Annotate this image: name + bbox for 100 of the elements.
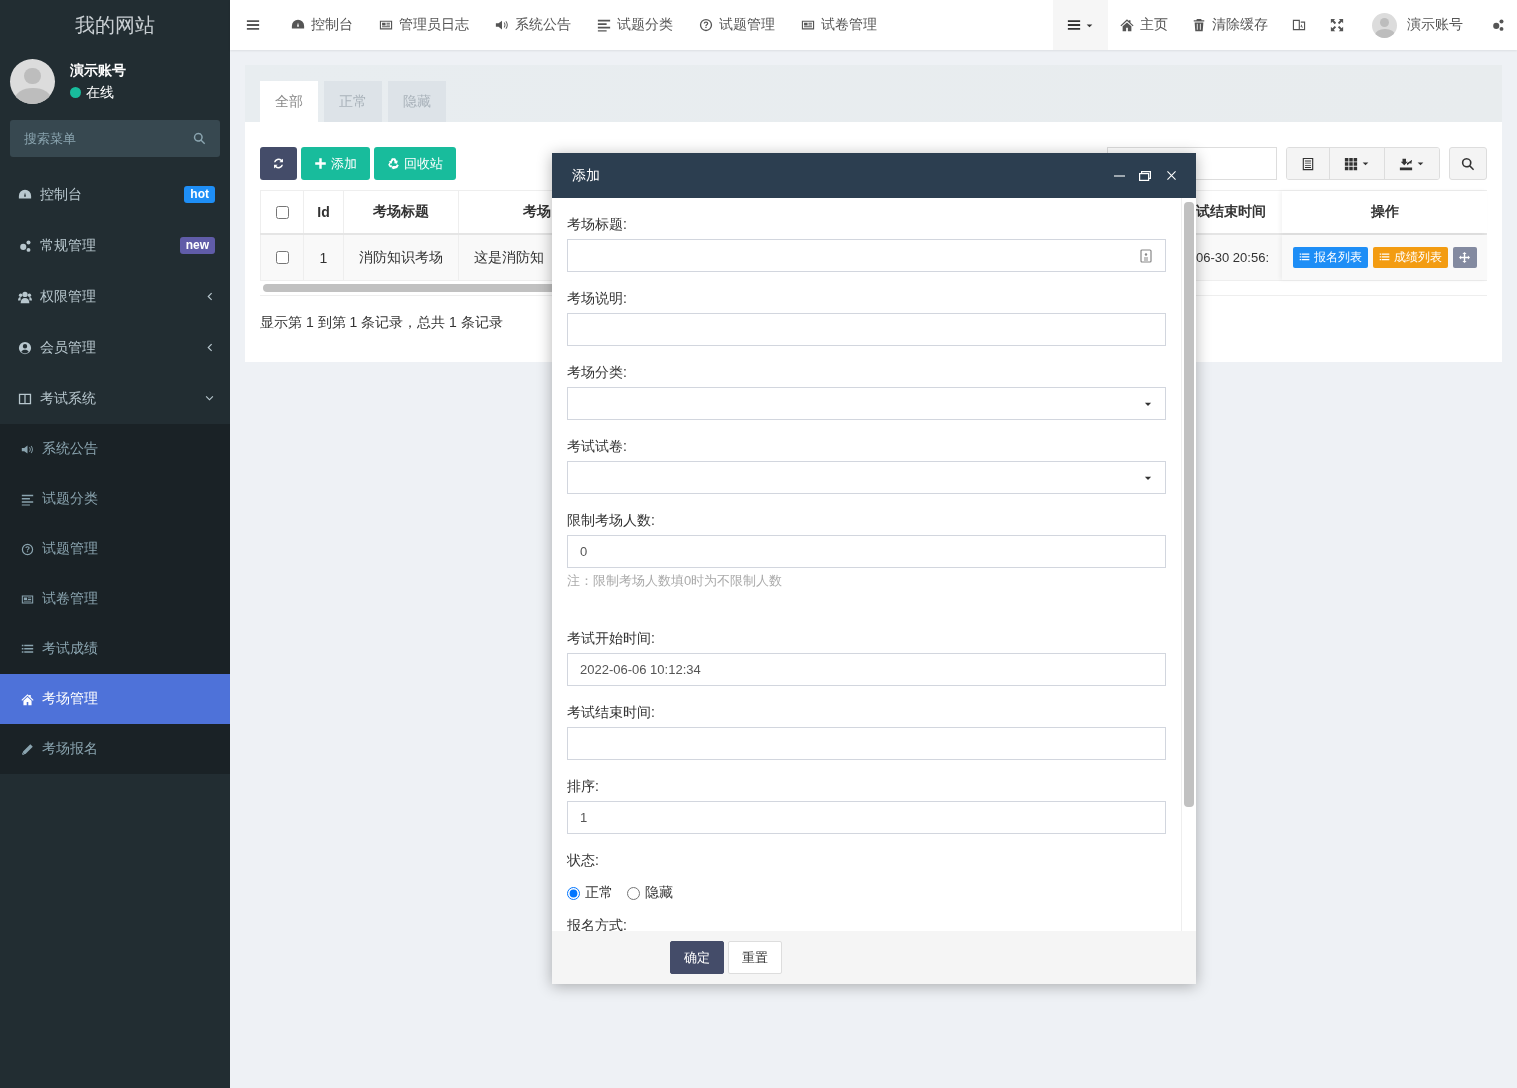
nav-tab[interactable]: 试题管理 (686, 0, 788, 50)
maximize-icon (1139, 170, 1151, 181)
column-header: 操作 (1282, 191, 1487, 233)
text-field[interactable]: 2022-06-06 10:12:34 (567, 653, 1166, 686)
submenu-item[interactable]: 考场报名 (0, 724, 230, 774)
table-cell: 1 (304, 235, 344, 280)
menu-item[interactable]: 常规管理 new (0, 220, 230, 271)
filter-tab[interactable]: 全部 (260, 81, 318, 122)
nav-link[interactable]: 主页 (1108, 0, 1180, 50)
lines-icon (597, 18, 611, 32)
field-label: 考试试卷: (567, 437, 628, 456)
field-label: 考试开始时间: (567, 629, 656, 648)
menu-badge: hot (184, 186, 215, 203)
text-field[interactable] (567, 239, 1166, 272)
minimize-icon (1113, 174, 1125, 177)
user-icon (18, 340, 32, 355)
submenu-item[interactable]: 系统公告 (0, 424, 230, 474)
site-logo[interactable]: 我的网站 (0, 0, 230, 50)
radio-button[interactable] (627, 886, 640, 900)
column-header: 试结束时间 (1196, 202, 1267, 221)
table-icon (1301, 156, 1315, 171)
list-icon (1378, 252, 1390, 263)
radio-button[interactable] (567, 886, 580, 900)
table-cell: 消防知识考场 (344, 235, 459, 280)
search-icon (1461, 156, 1475, 171)
nav-tab[interactable]: 试卷管理 (788, 0, 890, 50)
recycle-icon (387, 157, 400, 170)
table-cell: 06-30 20:56: (1196, 250, 1269, 265)
text-field[interactable]: 0 (567, 535, 1166, 568)
column-header: 考场标题 (344, 191, 459, 233)
house-icon (1120, 18, 1134, 32)
field-label: 考场说明: (567, 289, 628, 308)
submenu-item[interactable]: 考场管理 (0, 674, 230, 724)
nav-menu-button[interactable] (1053, 0, 1108, 50)
nav-tab[interactable]: 系统公告 (482, 0, 584, 50)
list-icon (1298, 252, 1310, 263)
select-all-checkbox[interactable] (276, 205, 289, 219)
export-icon (1399, 156, 1413, 171)
nav-tab[interactable]: 管理员日志 (366, 0, 482, 50)
menu-search-field[interactable]: 搜索菜单 (10, 120, 220, 157)
table-tool-button[interactable] (1287, 148, 1329, 179)
radio-label: 隐藏 (645, 884, 673, 902)
select-field[interactable] (567, 461, 1166, 494)
menu-item[interactable]: 考试系统 (0, 373, 230, 424)
search-icon (193, 132, 206, 145)
scrollbar[interactable] (1184, 202, 1194, 807)
list-icon (21, 642, 34, 656)
search-button[interactable] (1449, 147, 1487, 180)
nav-tab[interactable]: 试题分类 (584, 0, 686, 50)
user-status: 在线 (86, 83, 114, 102)
columns-icon (18, 391, 32, 406)
newspaper-icon (21, 592, 34, 606)
text-field[interactable]: 1 (567, 801, 1166, 834)
table-tool-button[interactable] (1329, 148, 1384, 179)
gauge-icon (18, 187, 32, 202)
user-menu[interactable]: 演示账号 (1356, 0, 1479, 50)
menu-item[interactable]: 控制台 hot (0, 169, 230, 220)
house-icon (21, 692, 34, 706)
people-icon (18, 289, 32, 304)
text-field[interactable] (567, 313, 1166, 346)
drag-handle[interactable] (1452, 247, 1477, 268)
speaker-icon (495, 18, 509, 32)
submenu-item[interactable]: 试卷管理 (0, 574, 230, 624)
pagination-info: 显示第 1 到第 1 条记录，总共 1 条记录 (260, 314, 503, 332)
field-label: 考场标题: (567, 215, 628, 234)
select-field[interactable] (567, 387, 1166, 420)
move-icon (1459, 252, 1470, 263)
reset-button[interactable]: 重置 (728, 941, 782, 974)
caret-icon (1361, 159, 1370, 168)
submit-button[interactable]: 确定 (670, 941, 724, 974)
submenu-item[interactable]: 考试成绩 (0, 624, 230, 674)
nav-tab[interactable]: 控制台 (278, 0, 366, 50)
menu-icon (1067, 18, 1081, 32)
menu-item[interactable]: 会员管理 (0, 322, 230, 373)
question-icon (21, 542, 34, 556)
submenu-item[interactable]: 试题管理 (0, 524, 230, 574)
column-header: Id (304, 191, 344, 233)
refresh-button[interactable] (260, 147, 297, 180)
grid-icon (1344, 156, 1358, 171)
field-label: 考场分类: (567, 363, 628, 382)
field-label: 考试结束时间: (567, 703, 656, 722)
row-checkbox[interactable] (276, 251, 289, 264)
field-hint: 注：限制考场人数填0时为不限制人数 (567, 572, 784, 590)
user-name: 演示账号 (70, 61, 126, 80)
menu-icon (246, 18, 260, 32)
nav-link[interactable]: 清除缓存 (1180, 0, 1280, 50)
text-field[interactable] (567, 727, 1166, 760)
newspaper-icon (801, 18, 815, 32)
avatar-silhouette (10, 59, 55, 104)
speaker-icon (21, 442, 34, 456)
table-tool-button[interactable] (1384, 148, 1439, 179)
lines-icon (21, 492, 34, 506)
submenu-item[interactable]: 试题分类 (0, 474, 230, 524)
trash-icon (1192, 18, 1206, 32)
radio-label: 正常 (585, 884, 613, 902)
column-header: 考场 (522, 203, 551, 221)
plus-icon (314, 157, 327, 170)
field-label: 状态: (567, 851, 600, 870)
field-label: 排序: (567, 777, 600, 796)
menu-item[interactable]: 权限管理 (0, 271, 230, 322)
